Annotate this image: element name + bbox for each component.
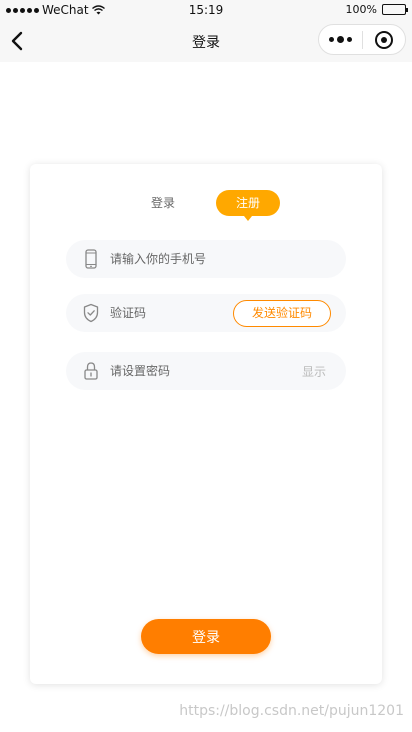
password-field: 显示 [66, 352, 346, 390]
show-password-toggle[interactable]: 显示 [302, 363, 326, 380]
battery-icon [382, 4, 408, 15]
status-bar: WeChat 15:19 100% [0, 0, 412, 20]
auth-tabs: 登录 注册 [30, 190, 382, 221]
lock-icon [84, 362, 98, 380]
submit-button[interactable]: 登录 [141, 619, 271, 654]
auth-card: 登录 注册 发送验证码 显示 登录 [30, 164, 382, 684]
phone-field [66, 240, 346, 278]
miniprogram-capsule [318, 24, 406, 55]
shield-icon [83, 303, 99, 323]
password-input[interactable] [110, 352, 260, 390]
more-icon[interactable] [319, 36, 362, 43]
code-field: 发送验证码 [66, 294, 346, 332]
phone-icon [85, 249, 97, 269]
send-code-button[interactable]: 发送验证码 [233, 300, 331, 327]
tab-register[interactable]: 注册 [216, 190, 280, 221]
close-miniprogram-button[interactable] [363, 30, 405, 49]
nav-bar: 登录 [0, 20, 412, 62]
status-right: 100% [345, 3, 408, 16]
phone-input[interactable] [110, 240, 310, 278]
tab-login[interactable]: 登录 [143, 194, 183, 211]
battery-label: 100% [345, 3, 377, 16]
watermark: https://blog.csdn.net/pujun1201 [179, 703, 404, 719]
target-icon [374, 30, 393, 49]
